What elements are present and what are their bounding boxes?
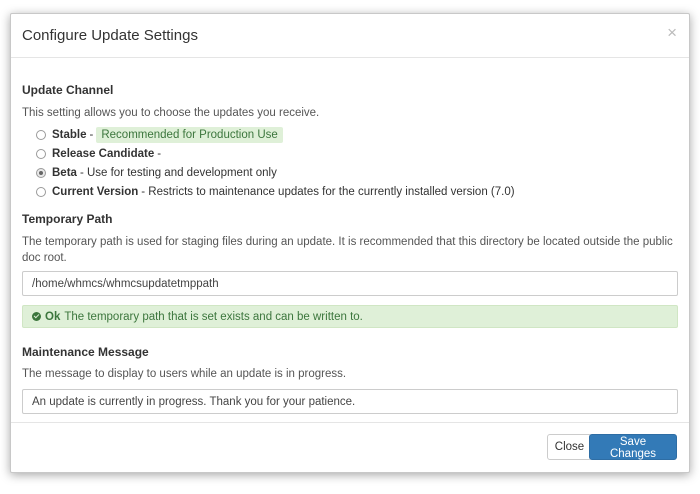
radio-option-stable[interactable]: Stable - Recommended for Production Use bbox=[36, 126, 283, 144]
radio-option-release-candidate[interactable]: Release Candidate - bbox=[36, 145, 161, 163]
recommended-badge: Recommended for Production Use bbox=[96, 127, 283, 143]
radio-button[interactable] bbox=[36, 149, 46, 159]
radio-option-beta[interactable]: Beta - Use for testing and development o… bbox=[36, 164, 277, 182]
radio-button-selected[interactable] bbox=[36, 168, 46, 178]
maintenance-message-help: The message to display to users while an… bbox=[22, 368, 347, 380]
modal-header: Configure Update Settings × bbox=[11, 14, 689, 58]
maintenance-message-input[interactable] bbox=[22, 389, 678, 414]
temporary-path-input[interactable] bbox=[22, 271, 678, 296]
modal-title: Configure Update Settings bbox=[22, 27, 198, 44]
option-desc: - bbox=[157, 148, 162, 160]
option-desc: - Restricts to maintenance updates for t… bbox=[141, 186, 515, 198]
alert-message: The temporary path that is set exists an… bbox=[64, 310, 363, 323]
radio-button[interactable] bbox=[36, 187, 46, 197]
option-name: Beta bbox=[52, 167, 77, 179]
radio-option-current-version[interactable]: Current Version - Restricts to maintenan… bbox=[36, 183, 515, 201]
alert-ok-label: Ok bbox=[45, 310, 61, 323]
option-name: Release Candidate bbox=[52, 148, 155, 160]
option-name: Current Version bbox=[52, 186, 139, 198]
save-changes-button[interactable]: Save Changes bbox=[589, 434, 677, 460]
update-channel-label: Update Channel bbox=[22, 83, 114, 97]
close-icon[interactable]: × bbox=[667, 24, 677, 41]
maintenance-message-label: Maintenance Message bbox=[22, 345, 149, 359]
check-circle-icon bbox=[32, 312, 41, 321]
update-channel-help: This setting allows you to choose the up… bbox=[22, 107, 320, 119]
option-name: Stable bbox=[52, 129, 87, 141]
radio-button[interactable] bbox=[36, 130, 46, 140]
option-desc: - bbox=[89, 129, 94, 141]
temporary-path-label: Temporary Path bbox=[22, 212, 113, 226]
update-settings-modal: Configure Update Settings × Update Chann… bbox=[10, 13, 690, 473]
temporary-path-help: The temporary path is used for staging f… bbox=[22, 236, 673, 264]
close-button[interactable]: Close bbox=[547, 434, 592, 460]
temporary-path-status-alert: Ok The temporary path that is set exists… bbox=[22, 305, 678, 328]
modal-footer: Close Save Changes bbox=[11, 422, 689, 472]
option-desc: - Use for testing and development only bbox=[79, 167, 277, 179]
